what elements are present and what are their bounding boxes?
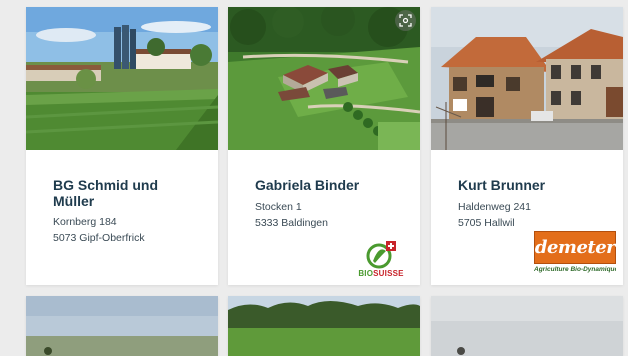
farm-city: 5705 Hallwil — [458, 217, 515, 229]
farm-city: 5073 Gipf-Oberfrick — [53, 232, 145, 244]
demeter-logo: demeter Agriculture Bio-Dynamique — [534, 231, 616, 277]
demeter-word: demeter — [534, 237, 616, 258]
farm-photo[interactable] — [26, 7, 218, 150]
farm-street: Haldenweg 241 — [458, 201, 531, 213]
biosuisse-part2: SUISSE — [373, 269, 404, 278]
farm-city: 5333 Baldingen — [255, 217, 328, 229]
farm-photo[interactable] — [26, 296, 218, 356]
demeter-tagline: Agriculture Bio-Dynamique — [534, 265, 616, 275]
farm-name[interactable]: BG Schmid und Müller — [53, 177, 193, 209]
biosuisse-logo: BIOSUISSE — [353, 239, 409, 281]
biosuisse-part1: BIO — [358, 269, 374, 278]
farm-card[interactable] — [228, 296, 420, 356]
farm-name[interactable]: Gabriela Binder — [255, 177, 395, 193]
farm-card[interactable] — [431, 296, 623, 356]
farm-card[interactable]: Gabriela Binder Stocken 1 5333 Baldingen… — [228, 7, 420, 285]
farm-street: Stocken 1 — [255, 201, 302, 213]
farm-photo[interactable] — [431, 296, 623, 356]
farm-card[interactable] — [26, 296, 218, 356]
farm-photo[interactable] — [228, 296, 420, 356]
farm-card[interactable]: BG Schmid und Müller Kornberg 184 5073 G… — [26, 7, 218, 285]
farm-photo[interactable] — [228, 7, 420, 150]
farm-street: Kornberg 184 — [53, 216, 117, 228]
farm-name[interactable]: Kurt Brunner — [458, 177, 598, 193]
farm-card[interactable]: Kurt Brunner Haldenweg 241 5705 Hallwil … — [431, 7, 623, 285]
farm-photo[interactable] — [431, 7, 623, 150]
zoom-focus-icon[interactable] — [395, 10, 416, 31]
